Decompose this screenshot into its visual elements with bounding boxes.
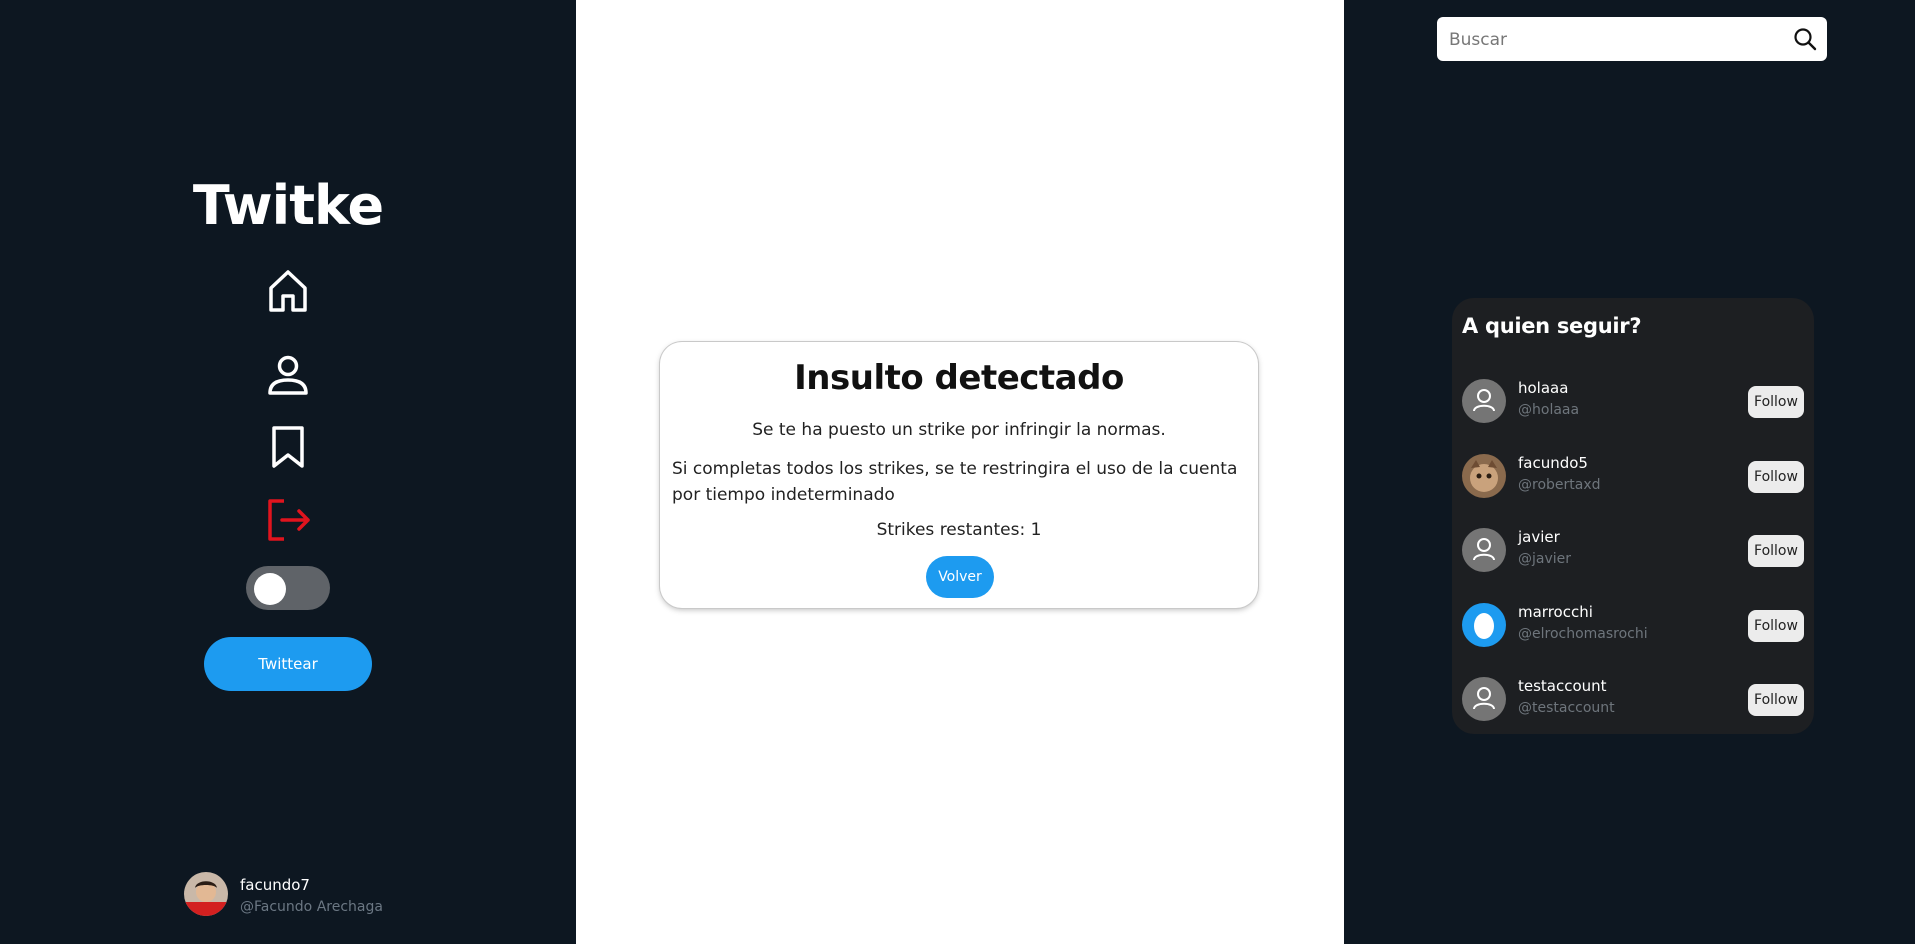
home-icon[interactable] xyxy=(266,268,310,314)
search-input[interactable] xyxy=(1447,25,1781,55)
user-name[interactable]: testaccount xyxy=(1518,677,1607,695)
user-name[interactable]: facundo5 xyxy=(1518,454,1588,472)
logout-icon[interactable] xyxy=(266,498,312,542)
default-avatar-icon[interactable] xyxy=(1462,528,1506,572)
who-to-follow-title: A quien seguir? xyxy=(1462,314,1642,338)
cat-photo-avatar[interactable] xyxy=(1462,454,1506,498)
tweet-button[interactable]: Twittear xyxy=(204,637,372,691)
dialog-title: Insulto detectado xyxy=(794,358,1124,398)
insult-warning-dialog: Insulto detectado Se te ha puesto un str… xyxy=(660,342,1258,608)
current-user-handle: @Facundo Arechaga xyxy=(240,899,383,915)
current-user-name: facundo7 xyxy=(240,876,310,894)
follow-button[interactable]: Follow xyxy=(1748,684,1804,716)
list-item: marrocchi @elrochomasrochi Follow xyxy=(1462,601,1804,649)
user-handle: @javier xyxy=(1518,551,1572,567)
user-handle: @elrochomasrochi xyxy=(1518,626,1648,642)
list-item: javier @javier Follow xyxy=(1462,526,1804,574)
avatar xyxy=(184,872,228,916)
list-item: holaaa @holaaa Follow xyxy=(1462,377,1804,425)
main-feed: Insulto detectado Se te ha puesto un str… xyxy=(576,0,1344,944)
user-handle: @robertaxd xyxy=(1518,477,1601,493)
user-name[interactable]: marrocchi xyxy=(1518,603,1593,621)
default-avatar-icon[interactable] xyxy=(1462,379,1506,423)
follow-button[interactable]: Follow xyxy=(1748,610,1804,642)
follow-button[interactable]: Follow xyxy=(1748,386,1804,418)
list-item: facundo5 @robertaxd Follow xyxy=(1462,452,1804,500)
user-handle: @testaccount xyxy=(1518,700,1615,716)
restriction-message: Si completas todos los strikes, se te re… xyxy=(672,459,1238,505)
bookmark-icon[interactable] xyxy=(270,425,306,469)
left-sidebar: Twitke Twittear facundo7 @Facundo Arecha… xyxy=(0,0,576,944)
toggle-knob xyxy=(254,573,286,605)
follow-button[interactable]: Follow xyxy=(1748,535,1804,567)
user-name[interactable]: holaaa xyxy=(1518,379,1568,397)
search-icon[interactable] xyxy=(1793,27,1817,51)
who-to-follow-panel: A quien seguir? holaaa @holaaa Follow fa… xyxy=(1452,298,1814,734)
egg-avatar[interactable] xyxy=(1462,603,1506,647)
theme-toggle[interactable] xyxy=(246,566,330,610)
search-box xyxy=(1437,17,1827,61)
follow-button[interactable]: Follow xyxy=(1748,461,1804,493)
back-button[interactable]: Volver xyxy=(926,556,994,598)
user-handle: @holaaa xyxy=(1518,402,1580,418)
list-item: testaccount @testaccount Follow xyxy=(1462,675,1804,723)
user-name[interactable]: javier xyxy=(1518,528,1560,546)
strikes-remaining: Strikes restantes: 1 xyxy=(876,520,1042,540)
default-avatar-icon[interactable] xyxy=(1462,677,1506,721)
app-logo[interactable]: Twitke xyxy=(0,174,576,237)
profile-icon[interactable] xyxy=(266,355,310,397)
strike-message: Se te ha puesto un strike por infringir … xyxy=(752,420,1166,440)
